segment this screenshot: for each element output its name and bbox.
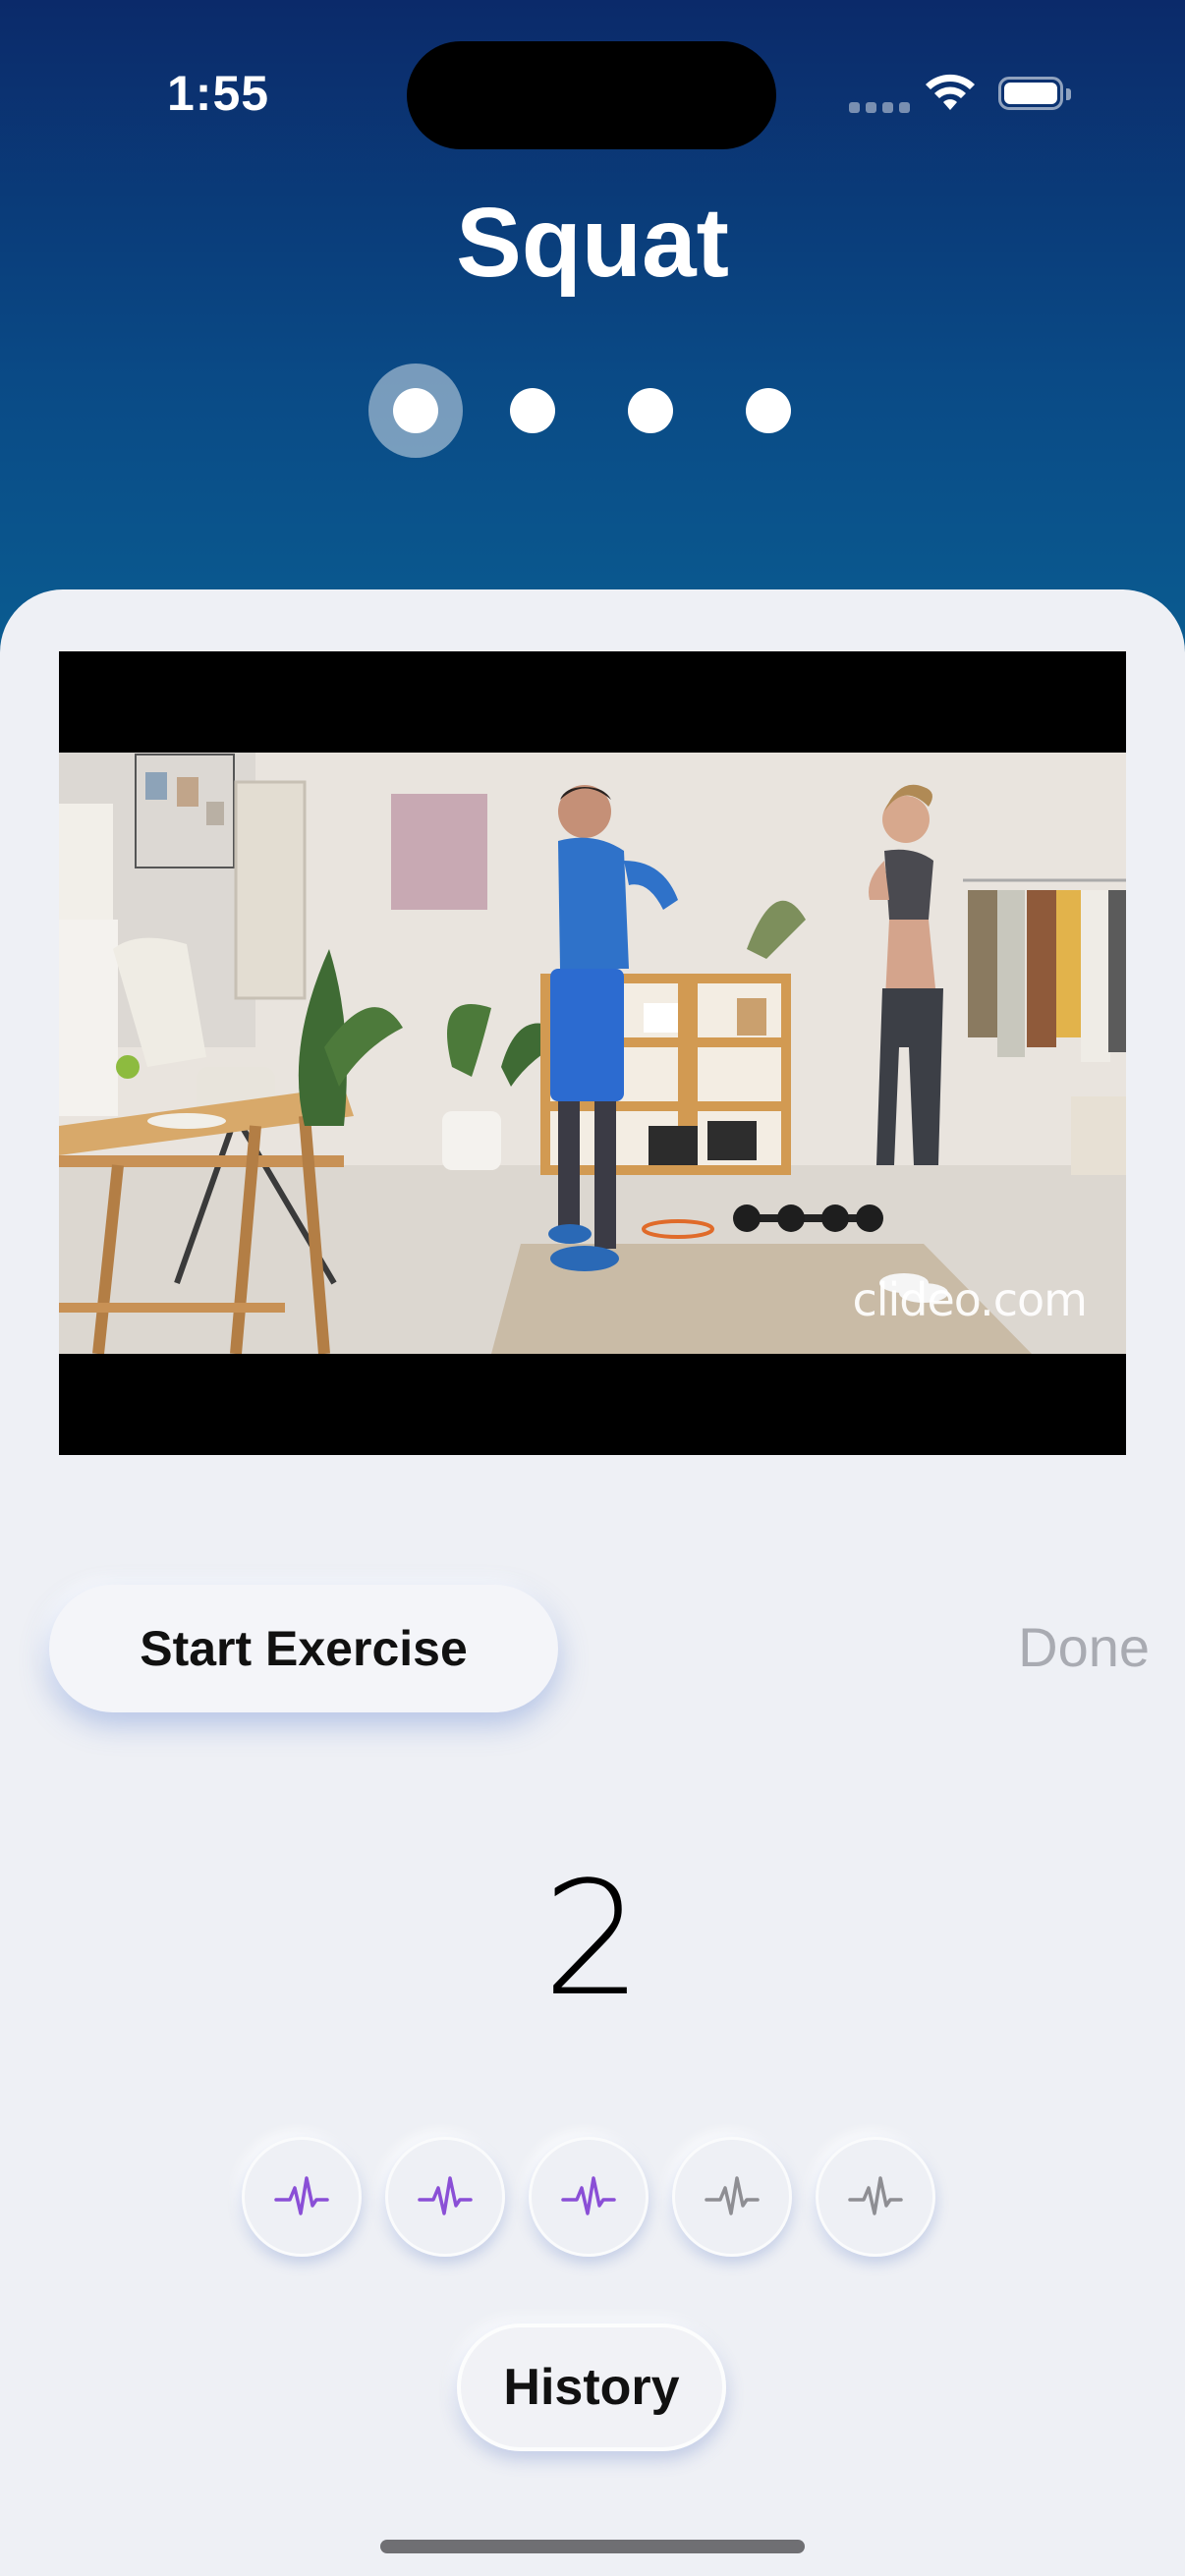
dynamic-island <box>407 41 776 149</box>
heartbeat-icon <box>274 2176 329 2215</box>
page-dot-1[interactable] <box>393 388 438 433</box>
start-exercise-button[interactable]: Start Exercise <box>49 1585 558 1712</box>
wifi-icon <box>926 74 975 110</box>
header-background: 1:55 Squat <box>0 0 1185 688</box>
rep-counter: 2 <box>542 1847 643 2031</box>
history-session-5[interactable] <box>816 2137 935 2257</box>
heartbeat-icon <box>705 2176 760 2215</box>
history-session-1[interactable] <box>242 2137 362 2257</box>
page-title: Squat <box>456 188 729 298</box>
heartbeat-icon <box>561 2176 616 2215</box>
done-button[interactable]: Done <box>983 1615 1150 1684</box>
page-dot-3[interactable] <box>628 388 673 433</box>
status-time: 1:55 <box>167 66 270 121</box>
history-session-4[interactable] <box>672 2137 792 2257</box>
page-dot-4[interactable] <box>746 388 791 433</box>
page-dot-2[interactable] <box>510 388 555 433</box>
exercise-scene-image <box>59 753 1126 1354</box>
history-button[interactable]: History <box>457 2324 726 2451</box>
home-indicator[interactable] <box>380 2540 805 2553</box>
video-watermark: clideo.com <box>852 1273 1088 1326</box>
exercise-video-frame: clideo.com <box>59 753 1126 1354</box>
cellular-signal-icon <box>849 102 910 113</box>
video-player[interactable]: clideo.com <box>59 651 1126 1455</box>
session-history-row <box>242 2137 943 2265</box>
history-session-2[interactable] <box>385 2137 505 2257</box>
heartbeat-icon <box>418 2176 473 2215</box>
history-session-3[interactable] <box>529 2137 649 2257</box>
page-indicator[interactable] <box>368 364 817 462</box>
heartbeat-icon <box>848 2176 903 2215</box>
battery-icon <box>998 77 1073 112</box>
